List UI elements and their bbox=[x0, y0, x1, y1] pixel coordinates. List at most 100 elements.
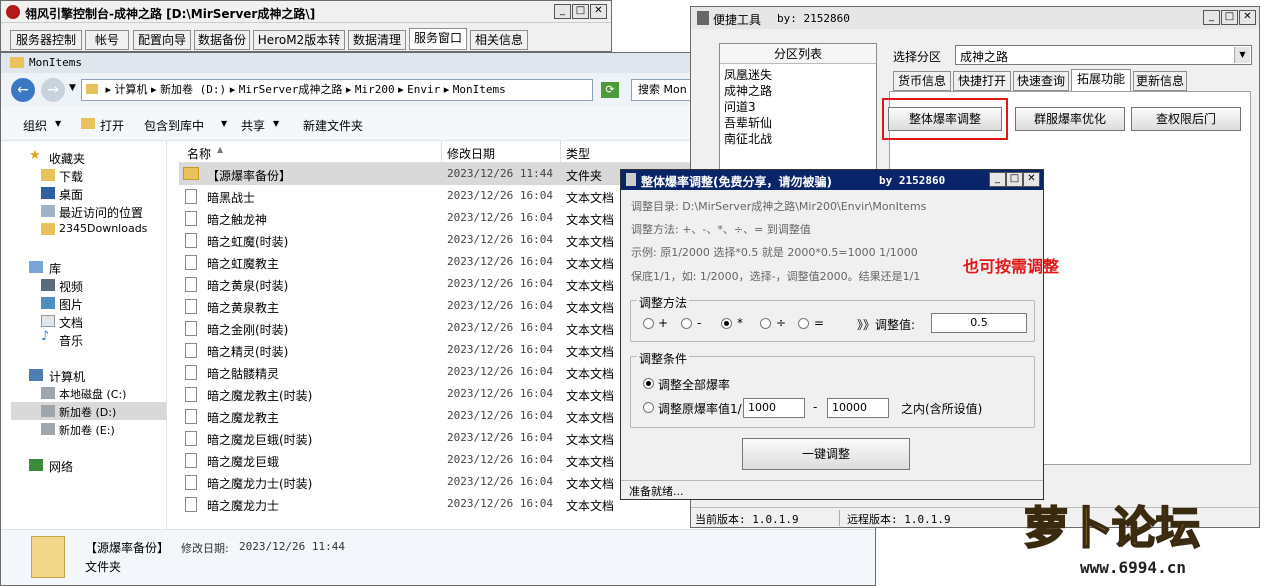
maximize-button[interactable]: □ bbox=[1221, 10, 1238, 25]
column-date[interactable]: 修改日期 bbox=[447, 145, 495, 162]
file-date: 2023/12/26 11:44 bbox=[447, 167, 553, 180]
method-radio-multiply[interactable] bbox=[721, 318, 732, 329]
tab-data-clean[interactable]: 数据清理 bbox=[348, 30, 406, 50]
range-max-input[interactable]: 10000 bbox=[827, 398, 889, 418]
details-type: 文件夹 bbox=[85, 560, 122, 574]
tab-config-wizard[interactable]: 配置向导 bbox=[133, 30, 191, 50]
tab-server-control[interactable]: 服务器控制 bbox=[10, 30, 82, 50]
breadcrumb-item[interactable]: MonItems bbox=[453, 83, 506, 96]
forward-button[interactable]: → bbox=[41, 78, 65, 102]
file-name: 暗之精灵(时装) bbox=[207, 345, 289, 359]
file-date: 2023/12/26 16:04 bbox=[447, 189, 553, 202]
check-backdoor-button[interactable]: 查权限后门 bbox=[1131, 107, 1241, 131]
maximize-button[interactable]: □ bbox=[572, 4, 589, 19]
tab-related-info[interactable]: 相关信息 bbox=[470, 30, 528, 50]
close-button[interactable]: ✕ bbox=[1023, 172, 1040, 187]
file-type: 文本文档 bbox=[566, 499, 615, 513]
method-label: + bbox=[658, 316, 669, 330]
address-bar[interactable]: ▸ 计算机 ▸ 新加卷 (D:) ▸ MirServer成神之路 ▸ Mir20… bbox=[81, 79, 593, 101]
minimize-button[interactable]: _ bbox=[989, 172, 1006, 187]
folder-icon bbox=[86, 84, 98, 94]
nav-favorites[interactable]: 收藏夹 bbox=[49, 150, 85, 167]
refresh-icon[interactable]: ⟳ bbox=[601, 82, 619, 98]
tab-updates[interactable]: 更新信息 bbox=[1133, 71, 1187, 91]
partition-item[interactable]: 南征北战 bbox=[724, 130, 772, 147]
minimize-button[interactable]: _ bbox=[554, 4, 571, 19]
method-radio-equals[interactable] bbox=[798, 318, 809, 329]
back-button[interactable]: ← bbox=[11, 78, 35, 102]
column-name[interactable]: 名称 bbox=[187, 145, 211, 162]
nav-music[interactable]: 音乐 bbox=[59, 332, 83, 349]
tab-service-window[interactable]: 服务窗口 bbox=[409, 28, 467, 50]
details-pane: 【源爆率备份】 修改日期: 2023/12/26 11:44 文件夹 bbox=[1, 529, 875, 585]
minimize-button[interactable]: _ bbox=[1203, 10, 1220, 25]
pictures-icon bbox=[41, 297, 55, 309]
breadcrumb-item[interactable]: 计算机 bbox=[115, 83, 148, 96]
nav-network[interactable]: 网络 bbox=[49, 458, 73, 475]
tab-data-backup[interactable]: 数据备份 bbox=[194, 30, 250, 50]
tab-quick-open[interactable]: 快捷打开 bbox=[953, 71, 1011, 91]
breadcrumb-sep: ▸ bbox=[105, 83, 115, 96]
nav-drive-c[interactable]: 本地磁盘 (C:) bbox=[59, 386, 126, 402]
nav-drive-d[interactable]: 新加卷 (D:) bbox=[59, 404, 116, 420]
range-min-input[interactable]: 1000 bbox=[743, 398, 805, 418]
download-folder-icon bbox=[41, 169, 55, 181]
tab-account[interactable]: 帐号 bbox=[85, 30, 129, 50]
run-adjust-button[interactable]: 一键调整 bbox=[742, 438, 910, 470]
chevron-down-icon[interactable]: ▼ bbox=[69, 83, 76, 93]
nav-2345downloads[interactable]: 2345Downloads bbox=[59, 222, 147, 235]
tab-currency[interactable]: 货币信息 bbox=[893, 71, 951, 91]
maximize-button[interactable]: □ bbox=[1006, 172, 1023, 187]
adjust-value-input[interactable]: 0.5 bbox=[931, 313, 1027, 333]
tab-extensions[interactable]: 拓展功能 bbox=[1071, 69, 1131, 91]
nav-computer[interactable]: 计算机 bbox=[49, 368, 85, 385]
file-type: 文本文档 bbox=[566, 257, 615, 271]
nav-recent[interactable]: 最近访问的位置 bbox=[59, 204, 143, 221]
breadcrumb-item[interactable]: Envir bbox=[407, 83, 440, 96]
close-button[interactable]: ✕ bbox=[590, 4, 607, 19]
partition-item[interactable]: 凤凰迷失 bbox=[724, 66, 772, 83]
nav-libraries[interactable]: 库 bbox=[49, 260, 61, 277]
condition-radio-range[interactable] bbox=[643, 402, 654, 413]
new-folder-button[interactable]: 新建文件夹 bbox=[303, 117, 363, 134]
adjust-value-label: 》》调整值: bbox=[857, 318, 916, 332]
method-radio-divide[interactable] bbox=[760, 318, 771, 329]
nav-downloads[interactable]: 下载 bbox=[59, 168, 83, 185]
network-icon bbox=[29, 459, 43, 471]
share-button[interactable]: 共享 bbox=[241, 117, 265, 134]
include-library-button[interactable]: 包含到库中 bbox=[144, 117, 204, 134]
tab-herom2-convert[interactable]: HeroM2版本转换 bbox=[253, 30, 345, 65]
method-radio-plus[interactable] bbox=[643, 318, 654, 329]
status-text: 准备就绪... bbox=[629, 485, 684, 498]
file-name: 暗之虹魔教主 bbox=[207, 257, 280, 271]
nav-drive-e[interactable]: 新加卷 (E:) bbox=[59, 422, 115, 438]
details-name: 【源爆率备份】 bbox=[85, 541, 170, 555]
nav-pictures[interactable]: 图片 bbox=[59, 296, 83, 313]
nav-desktop[interactable]: 桌面 bbox=[59, 186, 83, 203]
method-radio-minus[interactable] bbox=[681, 318, 692, 329]
close-button[interactable]: ✕ bbox=[1239, 10, 1256, 25]
open-button[interactable]: 打开 bbox=[100, 117, 124, 134]
text-file-icon bbox=[185, 233, 197, 248]
column-type[interactable]: 类型 bbox=[566, 145, 590, 162]
tab-quick-query[interactable]: 快速查询 bbox=[1013, 71, 1069, 91]
quicktool-by: by: 2152860 bbox=[777, 12, 850, 25]
partition-item[interactable]: 问道3 bbox=[724, 98, 756, 115]
multi-server-optimize-button[interactable]: 群服爆率优化 bbox=[1015, 107, 1125, 131]
partition-item[interactable]: 成神之路 bbox=[724, 82, 772, 99]
partition-select[interactable]: 成神之路 ▼ bbox=[955, 45, 1252, 65]
nav-documents[interactable]: 文档 bbox=[59, 314, 83, 331]
breadcrumb-item[interactable]: Mir200 bbox=[355, 83, 395, 96]
file-date: 2023/12/26 16:04 bbox=[447, 497, 553, 510]
select-partition-label: 选择分区 bbox=[893, 50, 942, 64]
breadcrumb-sep: ▸ bbox=[229, 83, 239, 96]
nav-videos[interactable]: 视频 bbox=[59, 278, 83, 295]
text-file-icon bbox=[185, 321, 197, 336]
info-floor: 保底1/1，如: 1/2000，选择-，调整值2000。结果还是1/1 bbox=[631, 270, 921, 283]
organize-button[interactable]: 组织 bbox=[23, 117, 47, 134]
overall-droprate-button[interactable]: 整体爆率调整 bbox=[888, 107, 1002, 131]
partition-item[interactable]: 吾辈斩仙 bbox=[724, 114, 772, 131]
breadcrumb-item[interactable]: 新加卷 (D:) bbox=[160, 83, 226, 96]
breadcrumb-item[interactable]: MirServer成神之路 bbox=[239, 83, 343, 96]
condition-radio-all[interactable] bbox=[643, 378, 654, 389]
